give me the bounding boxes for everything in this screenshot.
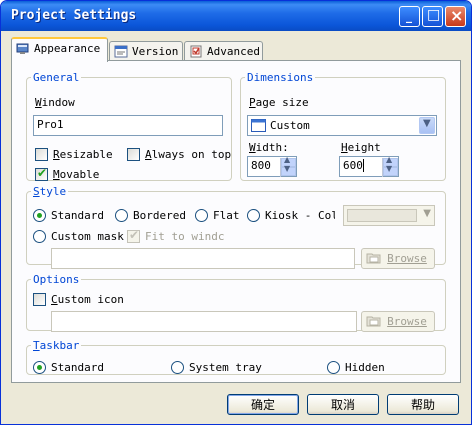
window-name-value: Pro1 bbox=[37, 118, 64, 131]
resizable-label[interactable]: Resizable bbox=[53, 148, 113, 161]
taskbar-hidden-label[interactable]: Hidden bbox=[345, 361, 385, 374]
height-input[interactable]: 600 ▲ ▼ bbox=[339, 155, 399, 177]
page-icon bbox=[251, 119, 266, 132]
advanced-icon bbox=[190, 45, 202, 58]
radio-selected-dot bbox=[37, 213, 42, 218]
width-label: Width: bbox=[249, 141, 289, 154]
page-size-value: Custom bbox=[270, 119, 310, 132]
taskbar-hidden-radio[interactable] bbox=[327, 361, 340, 374]
style-kiosk-radio[interactable] bbox=[247, 209, 260, 222]
tab-appearance-label: Appearance bbox=[34, 42, 101, 55]
dimensions-group: Dimensions Page size Custom ▼ Width: 800… bbox=[240, 71, 446, 181]
radio-selected-dot bbox=[37, 365, 42, 370]
maximize-button[interactable]: □ bbox=[422, 6, 443, 27]
taskbar-legend: Taskbar bbox=[33, 339, 80, 352]
options-group: Options Custom icon Browse bbox=[26, 273, 446, 332]
spin-down-icon: ▼ bbox=[284, 164, 291, 173]
page-size-select[interactable]: Custom ▼ bbox=[247, 115, 437, 136]
chevron-down-icon: ▼ bbox=[423, 118, 431, 129]
style-flat-radio[interactable] bbox=[195, 209, 208, 222]
options-legend: Options bbox=[33, 273, 80, 286]
page-size-dropdown-button[interactable]: ▼ bbox=[419, 117, 435, 134]
tab-advanced[interactable]: Advanced bbox=[184, 41, 263, 62]
title-bar[interactable]: Project Settings _ □ × bbox=[1, 1, 471, 31]
height-value: 600 bbox=[343, 159, 363, 172]
style-flat-label[interactable]: Flat bbox=[213, 209, 240, 222]
height-spin-down[interactable]: ▼ bbox=[383, 164, 398, 176]
appearance-icon bbox=[16, 43, 29, 54]
minimize-button[interactable]: _ bbox=[399, 6, 420, 27]
movable-checkbox[interactable]: ✔ bbox=[35, 166, 48, 181]
always-on-top-checkbox[interactable] bbox=[127, 148, 140, 161]
height-spinner[interactable]: ▲ ▼ bbox=[382, 155, 398, 177]
tab-advanced-label: Advanced bbox=[207, 45, 260, 58]
tab-version-label: Version bbox=[132, 45, 179, 58]
checkmark-icon: ✔ bbox=[129, 228, 140, 242]
checkmark-icon: ✔ bbox=[37, 166, 48, 180]
height-label: Height bbox=[341, 141, 381, 154]
style-group: Style Standard Bordered Flat Kiosk - Col… bbox=[26, 185, 446, 269]
general-legend: General bbox=[33, 71, 80, 84]
folder-icon bbox=[366, 316, 381, 327]
taskbar-system-tray-radio[interactable] bbox=[171, 361, 184, 374]
close-button[interactable]: × bbox=[445, 6, 466, 27]
spin-up-icon: ▲ bbox=[386, 155, 393, 164]
spin-up-icon: ▲ bbox=[284, 155, 291, 164]
style-browse-button[interactable]: Browse bbox=[361, 248, 435, 269]
tab-version[interactable]: Version bbox=[109, 41, 183, 62]
options-browse-button[interactable]: Browse bbox=[361, 311, 435, 332]
page-size-label: Page size bbox=[249, 96, 309, 109]
style-bordered-radio[interactable] bbox=[115, 209, 128, 222]
ok-button[interactable]: 确定 bbox=[227, 394, 299, 415]
maximize-icon: □ bbox=[427, 7, 441, 23]
style-custom-mask-radio[interactable] bbox=[33, 230, 46, 243]
spin-down-icon: ▼ bbox=[386, 164, 393, 173]
taskbar-standard-label[interactable]: Standard bbox=[51, 361, 104, 374]
window-label: Window bbox=[35, 96, 75, 109]
cancel-button[interactable]: 取消 bbox=[307, 394, 379, 415]
dimensions-legend: Dimensions bbox=[247, 71, 314, 84]
width-spin-down[interactable]: ▼ bbox=[281, 164, 296, 176]
width-spinner[interactable]: ▲ ▼ bbox=[280, 155, 296, 177]
movable-label[interactable]: Movable bbox=[53, 168, 99, 181]
style-standard-label[interactable]: Standard bbox=[51, 209, 104, 222]
custom-icon-checkbox[interactable] bbox=[33, 293, 46, 306]
chevron-down-icon: ▼ bbox=[423, 208, 431, 219]
style-kiosk-label[interactable]: Kiosk - Colc bbox=[265, 209, 335, 222]
style-custom-mask-label[interactable]: Custom mask bbox=[51, 230, 124, 243]
version-icon bbox=[114, 45, 128, 58]
style-browse-label: Browse bbox=[387, 252, 427, 265]
fit-to-window-label[interactable]: Fit to windc bbox=[145, 230, 224, 243]
custom-icon-label[interactable]: Custom icon bbox=[51, 293, 124, 306]
minimize-icon: _ bbox=[406, 9, 412, 23]
project-settings-window: Project Settings _ □ × Appearance Versio… bbox=[0, 0, 472, 425]
window-title: Project Settings bbox=[11, 8, 137, 23]
width-value: 800 bbox=[251, 159, 271, 172]
width-input[interactable]: 800 ▲ ▼ bbox=[247, 155, 297, 177]
style-bordered-label[interactable]: Bordered bbox=[133, 209, 186, 222]
help-button[interactable]: 帮助 bbox=[387, 394, 459, 415]
custom-icon-path-input[interactable] bbox=[51, 311, 357, 332]
folder-icon bbox=[366, 253, 381, 264]
taskbar-standard-radio[interactable] bbox=[33, 361, 46, 374]
kiosk-color-swatch bbox=[347, 209, 417, 222]
kiosk-color-select[interactable]: ▼ bbox=[343, 205, 435, 226]
style-legend: Style bbox=[33, 185, 67, 198]
taskbar-system-tray-label[interactable]: System tray bbox=[189, 361, 262, 374]
resizable-checkbox[interactable] bbox=[35, 148, 48, 161]
tab-appearance[interactable]: Appearance bbox=[11, 37, 108, 62]
general-group: General Window Pro1 Resizable Always on … bbox=[26, 71, 232, 181]
options-browse-label: Browse bbox=[387, 315, 427, 328]
always-on-top-label[interactable]: Always on top bbox=[145, 148, 231, 161]
appearance-panel: General Window Pro1 Resizable Always on … bbox=[11, 60, 461, 383]
fit-to-window-checkbox[interactable]: ✔ bbox=[127, 228, 140, 243]
close-icon: × bbox=[450, 6, 464, 25]
custom-mask-path-input[interactable] bbox=[51, 248, 355, 269]
taskbar-group: Taskbar Standard System tray Hidden bbox=[26, 339, 446, 375]
style-standard-radio[interactable] bbox=[33, 209, 46, 222]
window-name-input[interactable]: Pro1 bbox=[33, 115, 223, 136]
